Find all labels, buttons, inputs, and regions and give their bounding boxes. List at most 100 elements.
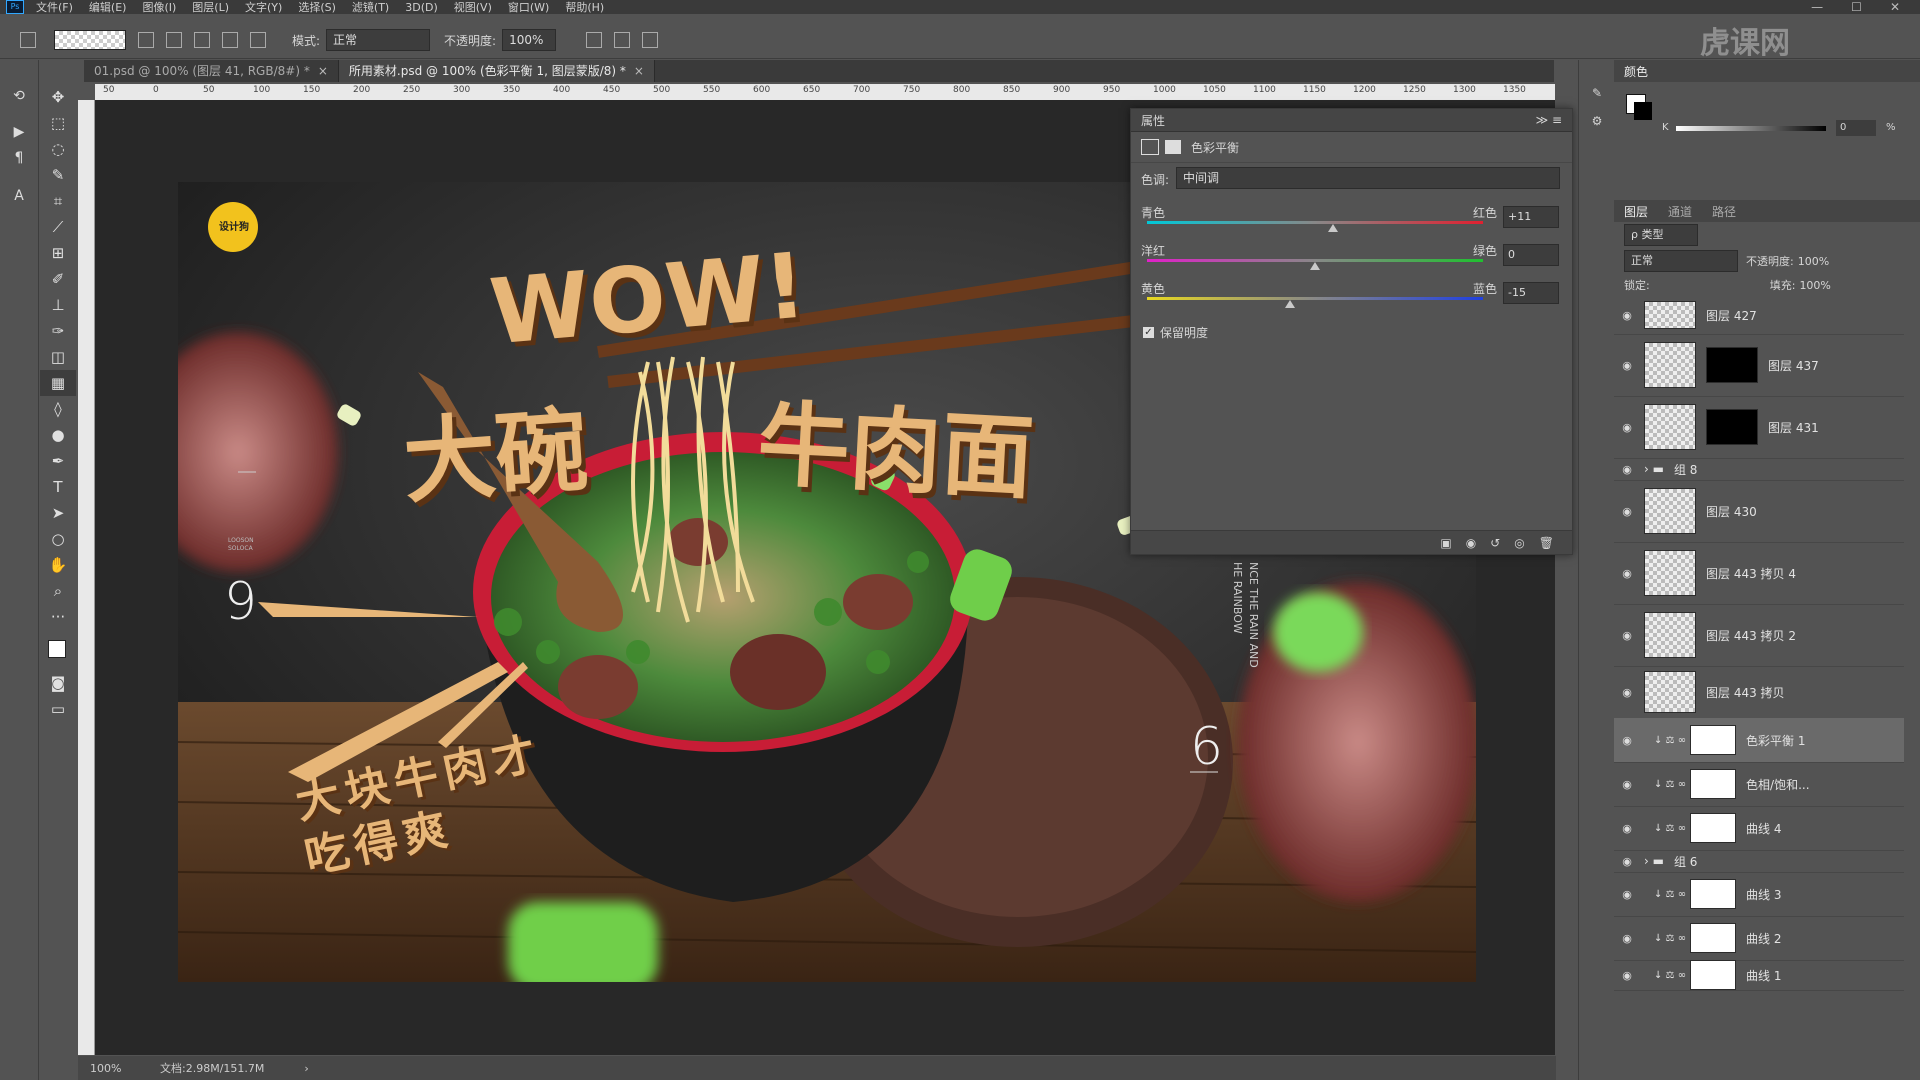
tab-color[interactable]: 颜色	[1614, 63, 1658, 80]
balance-value-input[interactable]: -15	[1503, 282, 1559, 304]
eye-icon[interactable]: ◉	[1614, 686, 1640, 699]
layer-row[interactable]: ◉ ↓ ⚖ ∞ 曲线 4	[1614, 806, 1904, 851]
stamp-tool-icon[interactable]: ⊥	[40, 292, 76, 318]
gradient-picker[interactable]	[54, 30, 126, 50]
balance-value-input[interactable]: +11	[1503, 206, 1559, 228]
layer-row[interactable]: ◉ ↓ ⚖ ∞ 曲线 2	[1614, 916, 1904, 961]
eraser-tool-icon[interactable]: ◫	[40, 344, 76, 370]
minimize-button[interactable]: —	[1811, 0, 1823, 14]
menu-file[interactable]: 文件(F)	[36, 0, 73, 15]
close-window-button[interactable]: ✕	[1890, 0, 1900, 14]
layer-mask-thumbnail[interactable]	[1690, 879, 1737, 909]
tab-materials-psd[interactable]: 所用素材.psd @ 100% (色彩平衡 1, 图层蒙版/8) * ×	[338, 60, 655, 82]
zoom-tool-icon[interactable]: ⌕	[40, 578, 76, 604]
zoom-level[interactable]: 100%	[90, 1062, 150, 1075]
marquee-tool-icon[interactable]: ⬚	[40, 110, 76, 136]
reverse-icon[interactable]	[586, 32, 603, 48]
eye-icon[interactable]: ◉	[1614, 855, 1640, 868]
visibility-icon[interactable]: ◎	[1514, 536, 1524, 550]
reflected-gradient-icon[interactable]	[222, 32, 238, 48]
eye-icon[interactable]: ◉	[1614, 359, 1640, 372]
screen-mode-icon[interactable]: ▭	[40, 696, 76, 722]
eye-icon[interactable]: ◉	[1614, 463, 1640, 476]
quick-select-tool-icon[interactable]: ✎	[40, 162, 76, 188]
transparency-icon[interactable]	[642, 32, 659, 48]
preserve-checkbox[interactable]: ✓	[1143, 327, 1154, 338]
layer-row[interactable]: ◉ 图层 430	[1614, 480, 1904, 543]
color-balance-icon[interactable]	[1141, 139, 1159, 155]
linear-gradient-icon[interactable]	[138, 32, 154, 48]
menu-type[interactable]: 文字(Y)	[245, 0, 282, 15]
layer-thumbnail[interactable]	[1644, 671, 1696, 713]
delete-icon[interactable]: 🗑	[1539, 536, 1554, 550]
mode-select[interactable]: 正常	[326, 29, 431, 51]
layer-row[interactable]: ◉ 图层 443 拷贝 2	[1614, 604, 1904, 667]
paragraph-panel-icon[interactable]: ¶	[0, 150, 38, 166]
folder-icon[interactable]: › ▬	[1644, 462, 1664, 476]
balance-slider-thumb[interactable]	[1284, 300, 1295, 308]
eye-icon[interactable]: ◉	[1614, 969, 1640, 982]
layer-group-row[interactable]: ◉ › ▬ 组 8	[1614, 458, 1904, 481]
tab-paths[interactable]: 路径	[1702, 203, 1746, 220]
layer-row[interactable]: ◉ ↓ ⚖ ∞ 色彩平衡 1	[1614, 718, 1904, 763]
history-brush-icon[interactable]: ✑	[40, 318, 76, 344]
folder-icon[interactable]: › ▬	[1644, 854, 1664, 868]
eye-icon[interactable]: ◉	[1614, 734, 1640, 747]
layer-mask-thumbnail[interactable]	[1706, 409, 1758, 445]
character-panel-icon[interactable]: A	[0, 188, 38, 204]
dodge-tool-icon[interactable]: ●	[40, 422, 76, 448]
properties-panel-icon[interactable]: ⚙	[1579, 114, 1615, 128]
layer-row[interactable]: ◉ ↓ ⚖ ∞ 曲线 3	[1614, 872, 1904, 917]
layer-mask-thumbnail[interactable]	[1690, 960, 1737, 990]
reset-icon[interactable]: ↺	[1490, 536, 1500, 550]
bg-color-swatch[interactable]	[1634, 102, 1652, 120]
eye-icon[interactable]: ◉	[1614, 888, 1640, 901]
path-select-icon[interactable]: ➤	[40, 500, 76, 526]
layer-row[interactable]: ◉ 图层 443 拷贝 4	[1614, 542, 1904, 605]
layer-thumbnail[interactable]	[1644, 404, 1696, 450]
status-arrow-icon[interactable]: ›	[304, 1062, 308, 1075]
maximize-button[interactable]: ☐	[1851, 0, 1862, 14]
eye-icon[interactable]: ◉	[1614, 421, 1640, 434]
layer-mask-thumbnail[interactable]	[1690, 769, 1737, 799]
balance-slider-thumb[interactable]	[1328, 224, 1339, 232]
eye-icon[interactable]: ◉	[1614, 505, 1640, 518]
brush-panel-icon[interactable]: ✎	[1579, 86, 1615, 100]
close-tab-icon[interactable]: ×	[318, 64, 328, 78]
history-panel-icon[interactable]: ⟲	[0, 88, 38, 104]
quick-mask-icon[interactable]: ◙	[40, 670, 76, 696]
type-tool-icon[interactable]: T	[40, 474, 76, 500]
layer-thumbnail[interactable]	[1644, 342, 1696, 388]
layer-filter-select[interactable]: ρ 类型	[1624, 224, 1698, 246]
balance-slider-track[interactable]	[1147, 221, 1483, 224]
balance-slider-thumb[interactable]	[1310, 262, 1320, 270]
menu-layer[interactable]: 图层(L)	[192, 0, 229, 15]
layer-opacity-value[interactable]: 100%	[1798, 255, 1829, 268]
healing-tool-icon[interactable]: ⊞	[40, 240, 76, 266]
layer-mask-thumbnail[interactable]	[1706, 347, 1758, 383]
tone-select[interactable]: 中间调	[1176, 167, 1560, 189]
actions-panel-icon[interactable]: ▶	[0, 124, 38, 140]
k-slider[interactable]	[1676, 126, 1826, 131]
close-tab-icon[interactable]: ×	[634, 64, 644, 78]
layer-thumbnail[interactable]	[1644, 612, 1696, 658]
eye-icon[interactable]: ◉	[1614, 778, 1640, 791]
layer-mask-thumbnail[interactable]	[1690, 725, 1737, 755]
menu-select[interactable]: 选择(S)	[298, 0, 336, 15]
layer-row[interactable]: ◉ 图层 437	[1614, 334, 1904, 397]
menu-image[interactable]: 图像(I)	[142, 0, 176, 15]
menu-filter[interactable]: 滤镜(T)	[352, 0, 389, 15]
menu-window[interactable]: 窗口(W)	[508, 0, 549, 15]
mask-icon[interactable]	[1165, 140, 1181, 154]
tab-layers[interactable]: 图层	[1614, 203, 1658, 220]
eye-icon[interactable]: ◉	[1614, 309, 1640, 322]
layer-row[interactable]: ◉ ↓ ⚖ ∞ 曲线 1	[1614, 960, 1904, 991]
clip-icon[interactable]: ▣	[1440, 536, 1451, 550]
layer-thumbnail[interactable]	[1644, 550, 1696, 596]
eyedropper-tool-icon[interactable]: ⟋	[40, 214, 76, 240]
view-previous-icon[interactable]: ◉	[1466, 536, 1476, 550]
layer-row[interactable]: ◉ 图层 443 拷贝	[1614, 666, 1904, 719]
menu-view[interactable]: 视图(V)	[454, 0, 492, 15]
move-tool-icon[interactable]: ✥	[40, 84, 76, 110]
radial-gradient-icon[interactable]	[166, 32, 182, 48]
